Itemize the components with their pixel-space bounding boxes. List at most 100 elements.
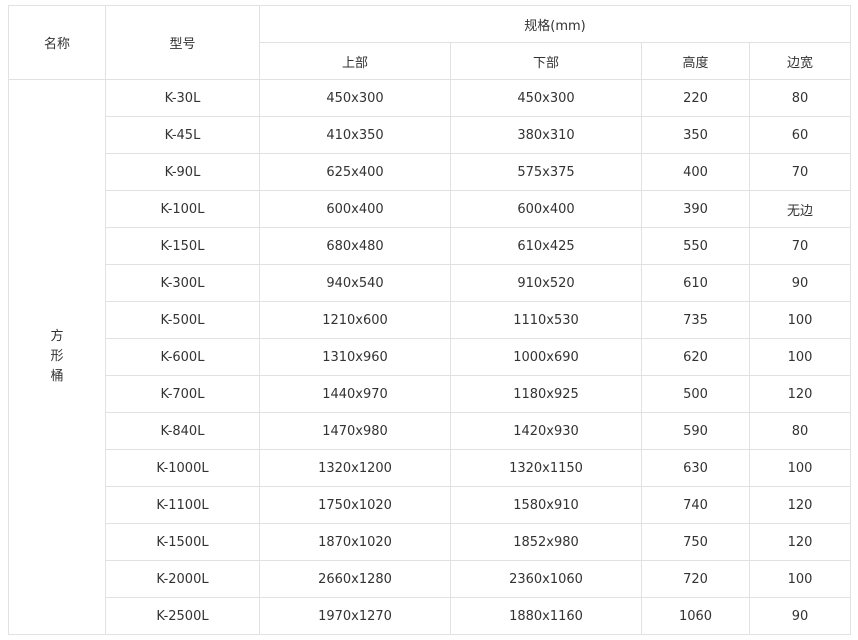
table-row: K-1000L 1320x1200 1320x1150 630 100 bbox=[9, 449, 852, 487]
table-row: K-45L 410x350 380x310 350 60 bbox=[9, 116, 852, 154]
table-row: K-500L 1210x600 1110x530 735 100 bbox=[9, 301, 852, 339]
cell-edge: 90 bbox=[748, 264, 852, 302]
cell-height: 550 bbox=[641, 227, 750, 265]
cell-edge: 100 bbox=[748, 301, 852, 339]
cell-top: 2660x1280 bbox=[259, 560, 451, 598]
table-row: K-100L 600x400 600x400 390 无边 bbox=[9, 190, 852, 228]
cell-height: 400 bbox=[641, 153, 750, 191]
cell-height: 350 bbox=[641, 116, 750, 154]
cell-bottom: 450x300 bbox=[450, 79, 642, 117]
header-edge: 边宽 bbox=[748, 42, 852, 80]
cell-height: 620 bbox=[641, 338, 750, 376]
cell-bottom: 380x310 bbox=[450, 116, 642, 154]
cell-height: 735 bbox=[641, 301, 750, 339]
cell-bottom: 1880x1160 bbox=[450, 597, 642, 635]
cell-bottom: 575x375 bbox=[450, 153, 642, 191]
cell-bottom: 600x400 bbox=[450, 190, 642, 228]
header-model: 型号 bbox=[105, 5, 260, 80]
cell-top: 940x540 bbox=[259, 264, 451, 302]
table-row: K-600L 1310x960 1000x690 620 100 bbox=[9, 338, 852, 376]
table-row: K-2000L 2660x1280 2360x1060 720 100 bbox=[9, 560, 852, 598]
table-row: K-840L 1470x980 1420x930 590 80 bbox=[9, 412, 852, 450]
cell-edge: 120 bbox=[748, 486, 852, 524]
cell-top: 450x300 bbox=[259, 79, 451, 117]
header-row-top: 名称 型号 规格(mm) bbox=[8, 5, 852, 80]
header-top: 上部 bbox=[259, 42, 451, 80]
cell-model: K-840L bbox=[105, 412, 260, 450]
table-row: 方形桶 K-30L 450x300 450x300 220 80 bbox=[8, 79, 852, 635]
cell-model: K-1500L bbox=[105, 523, 260, 561]
cell-edge: 80 bbox=[748, 412, 852, 450]
cell-edge: 120 bbox=[748, 523, 852, 561]
header-spec: 规格(mm) bbox=[258, 5, 852, 43]
cell-model: K-1000L bbox=[105, 449, 260, 487]
cell-model: K-150L bbox=[105, 227, 260, 265]
table-row: K-300L 940x540 910x520 610 90 bbox=[9, 264, 852, 302]
cell-top: 625x400 bbox=[259, 153, 451, 191]
cell-bottom: 1320x1150 bbox=[450, 449, 642, 487]
table-row: K-2500L 1970x1270 1880x1160 1060 90 bbox=[9, 597, 852, 635]
table-body: 方形桶 K-30L 450x300 450x300 220 80 K-45L 410x350 3… bbox=[8, 79, 852, 635]
cell-top: 410x350 bbox=[259, 116, 451, 154]
spec-table: 名称 型号 规格(mm) 上部 下部 高度 边宽 方形桶 K-30L 450x300… bbox=[8, 5, 852, 635]
cell-top: 680x480 bbox=[259, 227, 451, 265]
header-height: 高度 bbox=[641, 42, 750, 80]
cell-height: 1060 bbox=[641, 597, 750, 635]
cell-bottom: 1000x690 bbox=[450, 338, 642, 376]
cell-top: 1310x960 bbox=[259, 338, 451, 376]
table-row: K-150L 680x480 610x425 550 70 bbox=[9, 227, 852, 265]
cell-height: 720 bbox=[641, 560, 750, 598]
cell-model: K-45L bbox=[105, 116, 260, 154]
cell-model: K-500L bbox=[105, 301, 260, 339]
cell-top: 1440x970 bbox=[259, 375, 451, 413]
cell-edge: 无边 bbox=[748, 190, 852, 228]
cell-height: 610 bbox=[641, 264, 750, 302]
cell-bottom: 1580x910 bbox=[450, 486, 642, 524]
cell-model: K-300L bbox=[105, 264, 260, 302]
cell-edge: 100 bbox=[748, 560, 852, 598]
cell-edge: 80 bbox=[748, 79, 852, 117]
cell-model: K-1100L bbox=[105, 486, 260, 524]
table-row: K-90L 625x400 575x375 400 70 bbox=[9, 153, 852, 191]
cell-height: 630 bbox=[641, 449, 750, 487]
cell-height: 750 bbox=[641, 523, 750, 561]
cell-model: K-2000L bbox=[105, 560, 260, 598]
group-name-cell: 方形桶 bbox=[8, 79, 106, 635]
table-row: K-700L 1440x970 1180x925 500 120 bbox=[9, 375, 852, 413]
cell-height: 500 bbox=[641, 375, 750, 413]
cell-top: 1750x1020 bbox=[259, 486, 451, 524]
cell-height: 590 bbox=[641, 412, 750, 450]
cell-bottom: 2360x1060 bbox=[450, 560, 642, 598]
cell-bottom: 1180x925 bbox=[450, 375, 642, 413]
cell-height: 740 bbox=[641, 486, 750, 524]
cell-height: 390 bbox=[641, 190, 750, 228]
cell-bottom: 1420x930 bbox=[450, 412, 642, 450]
cell-edge: 100 bbox=[748, 449, 852, 487]
header-bottom: 下部 bbox=[450, 42, 642, 80]
cell-edge: 120 bbox=[748, 375, 852, 413]
table-row: K-1500L 1870x1020 1852x980 750 120 bbox=[9, 523, 852, 561]
cell-top: 1870x1020 bbox=[259, 523, 451, 561]
cell-model: K-90L bbox=[105, 153, 260, 191]
cell-top: 1320x1200 bbox=[259, 449, 451, 487]
cell-bottom: 610x425 bbox=[450, 227, 642, 265]
cell-edge: 100 bbox=[748, 338, 852, 376]
cell-top: 1210x600 bbox=[259, 301, 451, 339]
cell-edge: 70 bbox=[748, 153, 852, 191]
cell-model: K-30L bbox=[105, 79, 260, 117]
group-name: 方形桶 bbox=[50, 329, 64, 384]
cell-top: 600x400 bbox=[259, 190, 451, 228]
table-row: K-1100L 1750x1020 1580x910 740 120 bbox=[9, 486, 852, 524]
cell-top: 1470x980 bbox=[259, 412, 451, 450]
cell-model: K-2500L bbox=[105, 597, 260, 635]
cell-edge: 60 bbox=[748, 116, 852, 154]
cell-bottom: 910x520 bbox=[450, 264, 642, 302]
cell-model: K-600L bbox=[105, 338, 260, 376]
cell-edge: 70 bbox=[748, 227, 852, 265]
cell-model: K-700L bbox=[105, 375, 260, 413]
cell-edge: 90 bbox=[748, 597, 852, 635]
cell-bottom: 1110x530 bbox=[450, 301, 642, 339]
cell-top: 1970x1270 bbox=[259, 597, 451, 635]
header-name: 名称 bbox=[8, 5, 106, 80]
cell-model: K-100L bbox=[105, 190, 260, 228]
